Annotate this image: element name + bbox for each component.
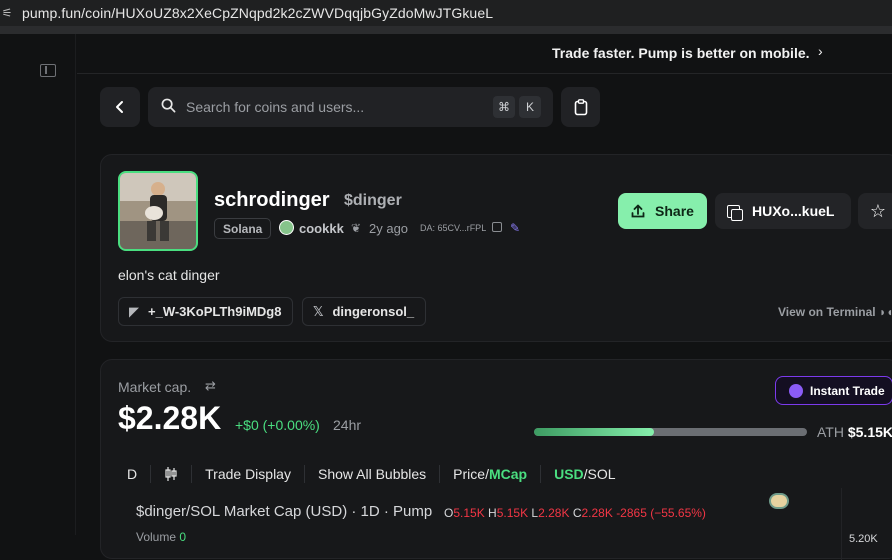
open-label: O — [444, 506, 454, 520]
address-short: HUXo...kueL — [752, 203, 835, 219]
coin-description: elon's cat dinger — [118, 267, 220, 283]
ath-value: $5.15K — [847, 424, 892, 440]
usd-option: USD — [554, 466, 584, 482]
twitter-handle: dingeronsol_ — [332, 304, 415, 319]
ath-progress-fill — [534, 428, 655, 436]
copy-address-button[interactable]: HUXo...kueL — [715, 193, 851, 229]
close-value: 2.28K — [581, 506, 613, 520]
twitter-link[interactable]: 𝕏 dingeronsol_ — [302, 297, 427, 326]
copy-icon — [727, 204, 743, 221]
low-value: 2.28K — [538, 506, 570, 520]
change-period: 24hr — [333, 417, 362, 433]
volume-readout: Volume 0 — [136, 530, 186, 544]
telegram-handle: +_W-3KoPLTh9iMDg8 — [148, 304, 282, 319]
sol-option: /SOL — [583, 466, 616, 482]
trade-display-button[interactable]: Trade Display — [192, 465, 305, 483]
volume-value: 0 — [179, 530, 187, 544]
instant-trade-label: Instant Trade — [810, 383, 885, 398]
url-text[interactable]: pump.fun/coin/HUXoUZ8x2XeCpZNqpd2k2cZWVD… — [22, 5, 493, 21]
swap-icon[interactable]: ⇄ — [205, 378, 216, 394]
search-bar[interactable]: Search for coins and users... ⌘ K — [148, 87, 553, 127]
tune-icon[interactable]: ⚟ — [0, 3, 18, 23]
market-cap-value: $2.28K — [118, 400, 222, 436]
sprout-icon: ❦ — [351, 221, 362, 235]
market-cap-change: +$0 (+0.00%) — [235, 417, 320, 433]
mobile-banner[interactable]: Trade faster. Pump is better on mobile. … — [77, 34, 892, 74]
search-placeholder[interactable]: Search for coins and users... — [186, 99, 364, 115]
market-cap-label: Market cap. — [118, 379, 192, 395]
chart-toolbar: D Trade Display Show All Bubbles Price/M… — [114, 459, 629, 489]
sidebar-collapse-icon[interactable] — [40, 64, 56, 77]
sidebar — [0, 34, 76, 535]
coin-image — [120, 173, 196, 249]
chevron-right-icon[interactable]: › — [818, 43, 823, 59]
clipboard-icon — [574, 98, 587, 115]
coin-ticker: $dinger — [344, 192, 402, 209]
ath-text: ATH — [817, 424, 844, 440]
shortcut-cmd-key: ⌘ — [493, 96, 515, 118]
clipboard-button[interactable] — [561, 87, 600, 127]
currency-toggle[interactable]: USD/SOL — [541, 465, 628, 483]
coin-age: 2y ago — [369, 221, 409, 236]
creator-avatar[interactable] — [279, 220, 294, 235]
price-mcap-toggle[interactable]: Price/MCap — [440, 465, 542, 483]
copy-icon[interactable] — [492, 222, 502, 232]
shortcut-k-key: K — [519, 96, 541, 118]
coin-name: schrodinger — [214, 189, 330, 211]
show-bubbles-button[interactable]: Show All Bubbles — [305, 465, 441, 483]
dev-address: DA: 65CV...rFPL — [420, 223, 487, 233]
share-button[interactable]: Share — [618, 193, 707, 229]
price-option: Price/ — [453, 466, 489, 482]
change-value: -2865 (−55.65%) — [616, 506, 706, 520]
terminal-label: View on Terminal — [778, 305, 876, 319]
browser-address-bar[interactable]: ⚟ pump.fun/coin/HUXoUZ8x2XeCpZNqpd2k2cZW… — [0, 0, 892, 26]
coin-avatar — [118, 171, 198, 251]
ath-label: ATH $5.15K — [817, 424, 892, 440]
telegram-icon: ◤ — [129, 303, 139, 319]
search-icon — [161, 98, 176, 113]
market-card: Market cap. ⇄ $2.28K +$0 (+0.00%) 24hr I… — [100, 359, 892, 560]
banner-text[interactable]: Trade faster. Pump is better on mobile. — [552, 45, 810, 61]
x-icon: 𝕏 — [313, 303, 324, 319]
chevron-left-icon — [116, 101, 123, 113]
back-button[interactable] — [100, 87, 140, 127]
creator-link[interactable]: cookkk — [299, 221, 344, 236]
edit-icon[interactable]: ✎ — [510, 221, 520, 235]
candles-icon[interactable] — [151, 465, 193, 483]
chain-badge: Solana — [214, 218, 272, 239]
flame-icon — [789, 383, 803, 398]
trade-bubble[interactable] — [769, 493, 789, 509]
star-icon: ☆ — [869, 200, 887, 221]
high-value: 5.15K — [496, 506, 529, 520]
terminal-icon: ◗◖ — [878, 305, 892, 319]
instant-trade-button[interactable]: Instant Trade — [775, 376, 892, 405]
chart-title: $dinger/SOL Market Cap (USD) · 1D · Pump — [136, 503, 433, 520]
main-content: Trade faster. Pump is better on mobile. … — [77, 34, 892, 560]
share-label: Share — [655, 203, 694, 219]
telegram-link[interactable]: ◤ +_W-3KoPLTh9iMDg8 — [118, 297, 294, 326]
view-on-terminal-link[interactable]: View on Terminal ◗◖ — [778, 305, 892, 319]
upload-icon — [631, 204, 645, 218]
chart-gridline — [841, 488, 842, 560]
coin-info-card: schrodinger $dinger Solana cookkk ❦ 2y a… — [100, 154, 892, 342]
high-label: H — [488, 506, 497, 520]
open-value: 5.15K — [453, 506, 485, 520]
browser-divider — [0, 26, 892, 34]
ath-progress-bar — [534, 428, 807, 436]
mcap-option: MCap — [488, 466, 528, 482]
volume-label: Volume — [136, 530, 177, 544]
favorite-button[interactable]: ☆ — [858, 193, 892, 229]
ohlc-readout: O5.15K H5.15K L2.28K C2.28K -2865 (−55.6… — [444, 506, 706, 520]
interval-button[interactable]: D — [114, 465, 152, 483]
